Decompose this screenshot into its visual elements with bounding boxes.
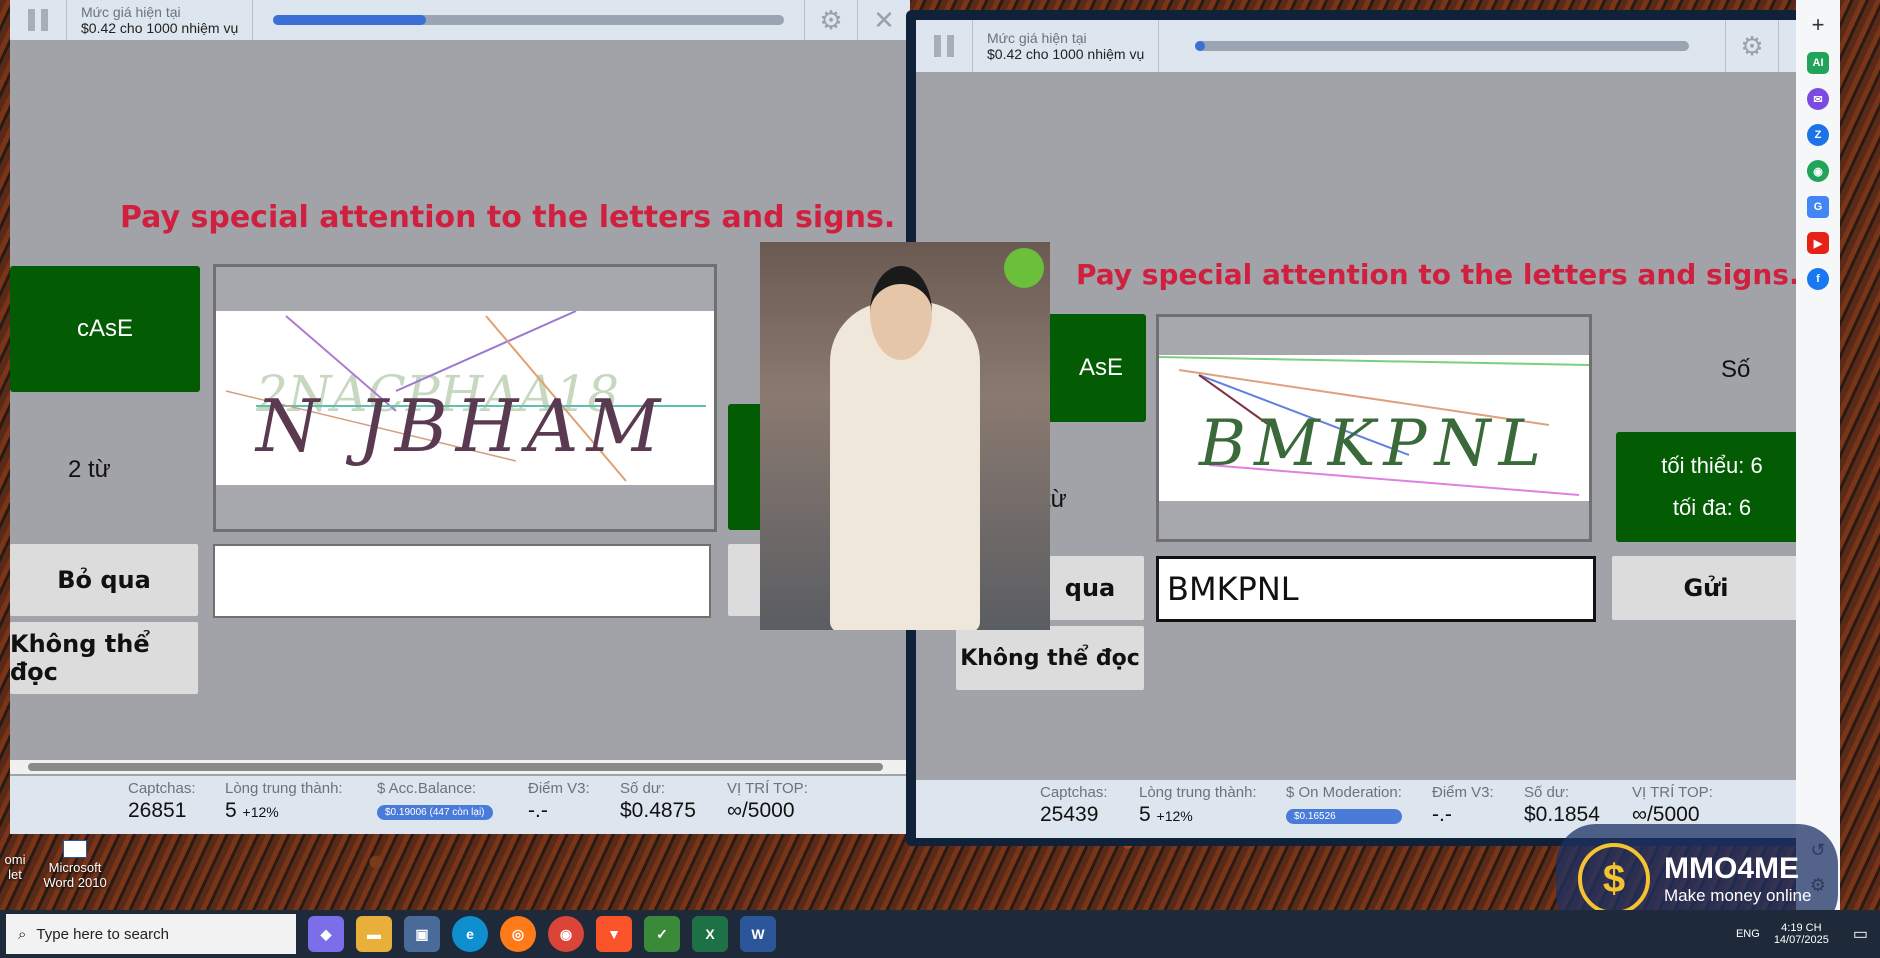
ai-icon[interactable]: AI (1807, 52, 1829, 74)
word-count-label: 2 từ (68, 456, 111, 483)
facebook-icon[interactable]: f (1807, 268, 1829, 290)
stat-remaining: Số dư: $0.1854 (1524, 784, 1600, 826)
game-icon[interactable]: ◉ (1807, 160, 1829, 182)
captcha-frame: 2NACPHAA18 N JBHAM (213, 264, 717, 532)
stat-remaining: Số dư: $0.4875 (620, 780, 696, 822)
left-topbar: Mức giá hiện tại $0.42 cho 1000 nhiệm vụ… (10, 0, 910, 40)
skip-button[interactable]: Bỏ qua (10, 544, 198, 616)
messenger-icon[interactable]: ✉ (1807, 88, 1829, 110)
price-info: Mức giá hiện tại $0.42 cho 1000 nhiệm vụ (973, 20, 1160, 72)
taskbar-search[interactable]: ⌕ Type here to search (6, 914, 296, 954)
copilot-icon[interactable]: ◆ (308, 916, 344, 952)
right-captcha-window: Mức giá hiện tại $0.42 cho 1000 nhiệm vụ… (916, 20, 1831, 838)
stat-captchas: Captchas: 25439 (1040, 784, 1108, 826)
task-progress-bar (273, 15, 784, 25)
captcha-frame: BMKPNL (1156, 314, 1592, 542)
answer-input[interactable]: BMKPNL (1156, 556, 1596, 622)
word-icon (63, 840, 87, 858)
gear-icon[interactable]: ⚙ (1725, 20, 1778, 72)
desktop-icon-omi[interactable]: omi let (0, 852, 30, 882)
length-limits-box: tối thiểu: 6 tối đa: 6 (1616, 432, 1808, 542)
video-logo-icon (1004, 248, 1044, 288)
unreadable-button[interactable]: Không thể đọc (956, 626, 1144, 690)
pause-button[interactable] (916, 20, 973, 72)
dollar-logo-icon: $ (1578, 843, 1650, 915)
captcha-image: 2NACPHAA18 N JBHAM (216, 311, 714, 485)
horizontal-scrollbar[interactable] (10, 760, 910, 774)
chrome-icon[interactable]: ◉ (548, 916, 584, 952)
search-icon: ⌕ (18, 925, 27, 943)
captcha-noise: BMKPNL (1159, 356, 1589, 496)
brave-icon[interactable]: ▼ (596, 916, 632, 952)
left-stats-bar: Captchas: 26851 Lòng trung thành: 5 +12%… (10, 776, 910, 834)
instruction-text: Pay special attention to the letters and… (1076, 258, 1800, 291)
pause-button[interactable] (10, 0, 67, 40)
svg-text:BMKPNL: BMKPNL (1198, 407, 1549, 481)
coccoc-icon[interactable]: ✓ (644, 916, 680, 952)
instruction-text: Pay special attention to the letters and… (120, 200, 896, 235)
language-indicator[interactable]: ENG (1736, 928, 1760, 940)
stat-captchas: Captchas: 26851 (128, 780, 196, 822)
translate-icon[interactable]: G (1807, 196, 1829, 218)
video-overlay[interactable] (760, 242, 1050, 630)
number-label: Số (1721, 356, 1751, 383)
stat-score: Điểm V3: -.- (1432, 784, 1494, 826)
firefox-icon[interactable]: ◎ (500, 916, 536, 952)
svg-text:N JBHAM: N JBHAM (254, 384, 668, 468)
price-info: Mức giá hiện tại $0.42 cho 1000 nhiệm vụ (67, 0, 254, 40)
notification-icon[interactable]: ▭ (1853, 924, 1868, 944)
case-sensitive-badge: cAsE (10, 266, 200, 392)
stat-top: VỊ TRÍ TOP: ∞/5000 (1632, 784, 1713, 826)
app-icon[interactable]: ▣ (404, 916, 440, 952)
gear-icon[interactable]: ⚙ (804, 0, 857, 40)
captcha-noise: 2NACPHAA18 N JBHAM (225, 311, 706, 482)
file-explorer-icon[interactable]: ▬ (356, 916, 392, 952)
progress-fill (1195, 41, 1206, 51)
stat-loyalty: Lòng trung thành: 5 +12% (225, 780, 343, 822)
browser-sidebar: + AI ✉ Z ◉ G ▶ f ↺ ⚙ (1796, 0, 1840, 910)
captcha-image: BMKPNL (1159, 355, 1589, 501)
taskbar: ⌕ Type here to search ◆ ▬ ▣ e ◎ ◉ ▼ ✓ X … (0, 910, 1880, 958)
desktop-icon-word[interactable]: Microsoft Word 2010 (40, 840, 110, 890)
unreadable-button[interactable]: Không thể đọc (10, 622, 198, 694)
task-progress-bar (1195, 41, 1689, 51)
stat-score: Điểm V3: -.- (528, 780, 590, 822)
right-topbar: Mức giá hiện tại $0.42 cho 1000 nhiệm vụ… (916, 20, 1831, 72)
youtube-icon[interactable]: ▶ (1807, 232, 1829, 254)
stat-acc-balance: $ Acc.Balance: $0.19006 (447 còn lại) (377, 780, 493, 820)
clock[interactable]: 4:19 CH 14/07/2025 (1774, 922, 1829, 946)
send-button[interactable]: Gửi (1612, 556, 1800, 620)
stat-top: VỊ TRÍ TOP: ∞/5000 (727, 780, 808, 822)
video-head (870, 266, 932, 360)
close-icon[interactable]: ✕ (857, 0, 910, 40)
progress-fill (273, 15, 427, 25)
edge-icon[interactable]: e (452, 916, 488, 952)
answer-input[interactable] (213, 544, 711, 618)
stat-moderation: $ On Moderation: $0.16526 (1286, 784, 1402, 824)
word-icon[interactable]: W (740, 916, 776, 952)
excel-icon[interactable]: X (692, 916, 728, 952)
stat-loyalty: Lòng trung thành: 5 +12% (1139, 784, 1257, 826)
scrollbar-thumb[interactable] (28, 763, 883, 771)
add-icon[interactable]: + (1812, 12, 1825, 38)
zalo-icon[interactable]: Z (1807, 124, 1829, 146)
